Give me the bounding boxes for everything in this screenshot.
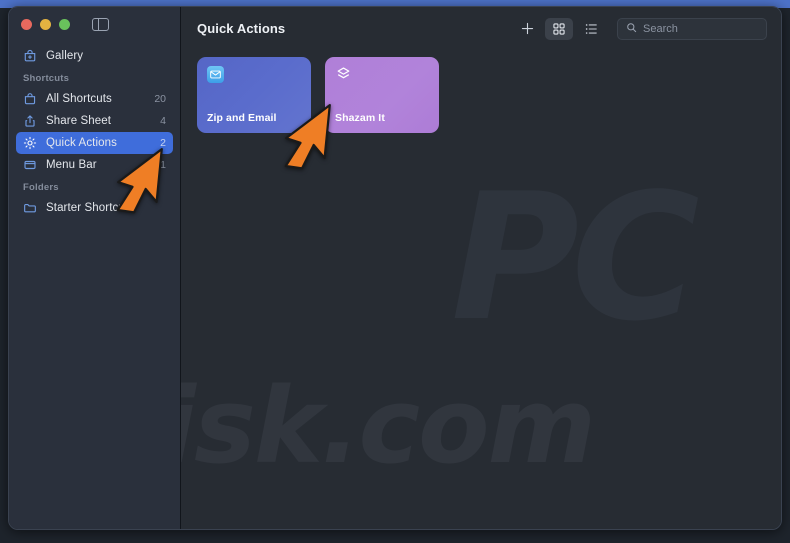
search-input[interactable] xyxy=(643,22,781,35)
search-icon xyxy=(626,20,637,38)
sidebar-item-label: Menu Bar xyxy=(46,159,97,171)
menubar-icon xyxy=(23,158,37,172)
mail-icon xyxy=(207,66,224,83)
search-field[interactable] xyxy=(617,17,781,40)
shortcut-card-shazam-it[interactable]: Shazam It xyxy=(325,57,439,133)
sidebar-item-label: Quick Actions xyxy=(46,137,117,149)
list-view-button[interactable] xyxy=(577,18,605,40)
close-window-button[interactable] xyxy=(21,18,32,30)
sidebar-body: Gallery Shortcuts All Shortcuts 20 Share… xyxy=(9,41,180,219)
folder-icon xyxy=(23,201,37,215)
sidebar-item-all-shortcuts[interactable]: All Shortcuts 20 xyxy=(16,88,173,110)
page-root: Gallery Shortcuts All Shortcuts 20 Share… xyxy=(0,0,790,543)
sidebar-item-menu-bar[interactable]: Menu Bar 1 xyxy=(16,154,173,176)
sidebar-section-header-shortcuts: Shortcuts xyxy=(23,73,70,84)
shortcuts-grid: Zip and Email Shazam It xyxy=(181,50,781,133)
sidebar-item-count: 4 xyxy=(160,115,166,127)
gear-icon xyxy=(23,136,37,150)
grid-view-icon xyxy=(552,22,566,36)
traffic-lights xyxy=(21,18,70,30)
sidebar-toggle-icon[interactable] xyxy=(92,17,109,31)
shortcut-bag-icon xyxy=(23,92,37,106)
sidebar-section-header-folders: Folders xyxy=(23,182,59,193)
shortcuts-window: Gallery Shortcuts All Shortcuts 20 Share… xyxy=(8,6,782,530)
watermark-text: risk.com xyxy=(181,365,596,487)
sidebar: Gallery Shortcuts All Shortcuts 20 Share… xyxy=(9,7,181,529)
shortcut-card-zip-and-email[interactable]: Zip and Email xyxy=(197,57,311,133)
sidebar-item-count: 20 xyxy=(154,93,166,105)
window-titlebar xyxy=(9,7,180,41)
shortcut-card-label: Shazam It xyxy=(335,112,385,124)
main-content: PC risk.com Quick Actions xyxy=(181,7,781,529)
sidebar-item-label: Starter Shortcuts xyxy=(46,202,134,214)
shortcut-card-label: Zip and Email xyxy=(207,112,277,124)
zoom-window-button[interactable] xyxy=(59,18,70,30)
toolbar: Quick Actions xyxy=(181,7,781,50)
minimize-window-button[interactable] xyxy=(40,18,51,30)
sidebar-item-quick-actions[interactable]: Quick Actions 2 xyxy=(16,132,173,154)
sidebar-item-label: Gallery xyxy=(46,50,84,62)
sidebar-item-share-sheet[interactable]: Share Sheet 4 xyxy=(16,110,173,132)
sidebar-item-label: Share Sheet xyxy=(46,115,112,127)
watermark-logo: PC xyxy=(451,157,700,360)
sidebar-item-count: 2 xyxy=(160,137,166,149)
list-view-icon xyxy=(584,22,598,36)
sidebar-item-gallery[interactable]: Gallery xyxy=(16,45,173,67)
gallery-bag-icon xyxy=(23,49,37,63)
sidebar-item-starter-shortcuts[interactable]: Starter Shortcuts xyxy=(16,197,173,219)
sidebar-item-label: All Shortcuts xyxy=(46,93,112,105)
grid-view-button[interactable] xyxy=(545,17,573,40)
add-shortcut-button[interactable] xyxy=(513,18,541,40)
sidebar-item-count: 1 xyxy=(160,159,166,171)
plus-icon xyxy=(520,21,535,36)
page-title: Quick Actions xyxy=(197,21,286,36)
share-icon xyxy=(23,114,37,128)
shazam-layers-icon xyxy=(335,66,352,83)
